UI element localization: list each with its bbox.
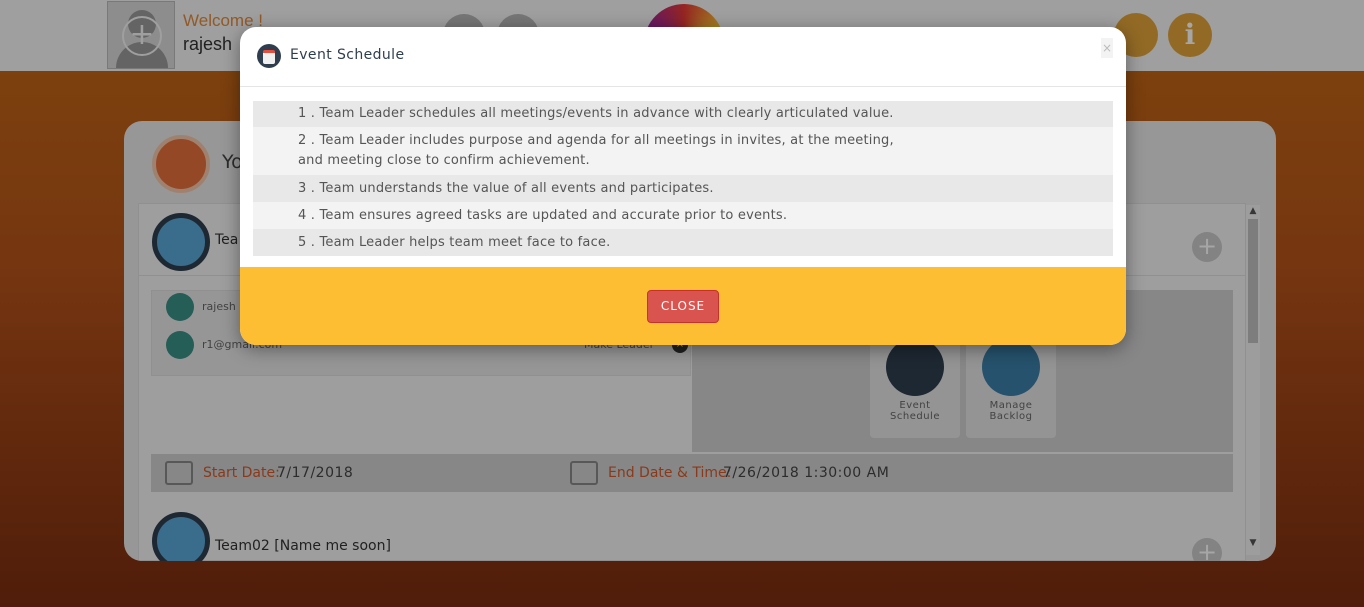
list-item: 2 . Team Leader includes purpose and age…	[253, 127, 1113, 175]
modal-footer: CLOSE	[240, 267, 1126, 345]
list-item-line: 2 . Team Leader includes purpose and age…	[298, 133, 894, 148]
list-item: 5 . Team Leader helps team meet face to …	[253, 229, 1113, 256]
event-schedule-modal: Event Schedule × 1 . Team Leader schedul…	[240, 27, 1126, 345]
modal-body: 1 . Team Leader schedules all meetings/e…	[253, 101, 1113, 263]
list-item: 1 . Team Leader schedules all meetings/e…	[253, 101, 1113, 127]
calendar-icon	[257, 44, 281, 68]
list-item: 3 . Team understands the value of all ev…	[253, 175, 1113, 202]
modal-header: Event Schedule ×	[240, 27, 1126, 87]
close-icon[interactable]: ×	[1101, 38, 1113, 58]
modal-title: Event Schedule	[290, 47, 405, 63]
close-button[interactable]: CLOSE	[647, 290, 719, 323]
list-item: 4 . Team ensures agreed tasks are update…	[253, 202, 1113, 229]
list-item-line: and meeting close to confirm achievement…	[298, 153, 590, 168]
